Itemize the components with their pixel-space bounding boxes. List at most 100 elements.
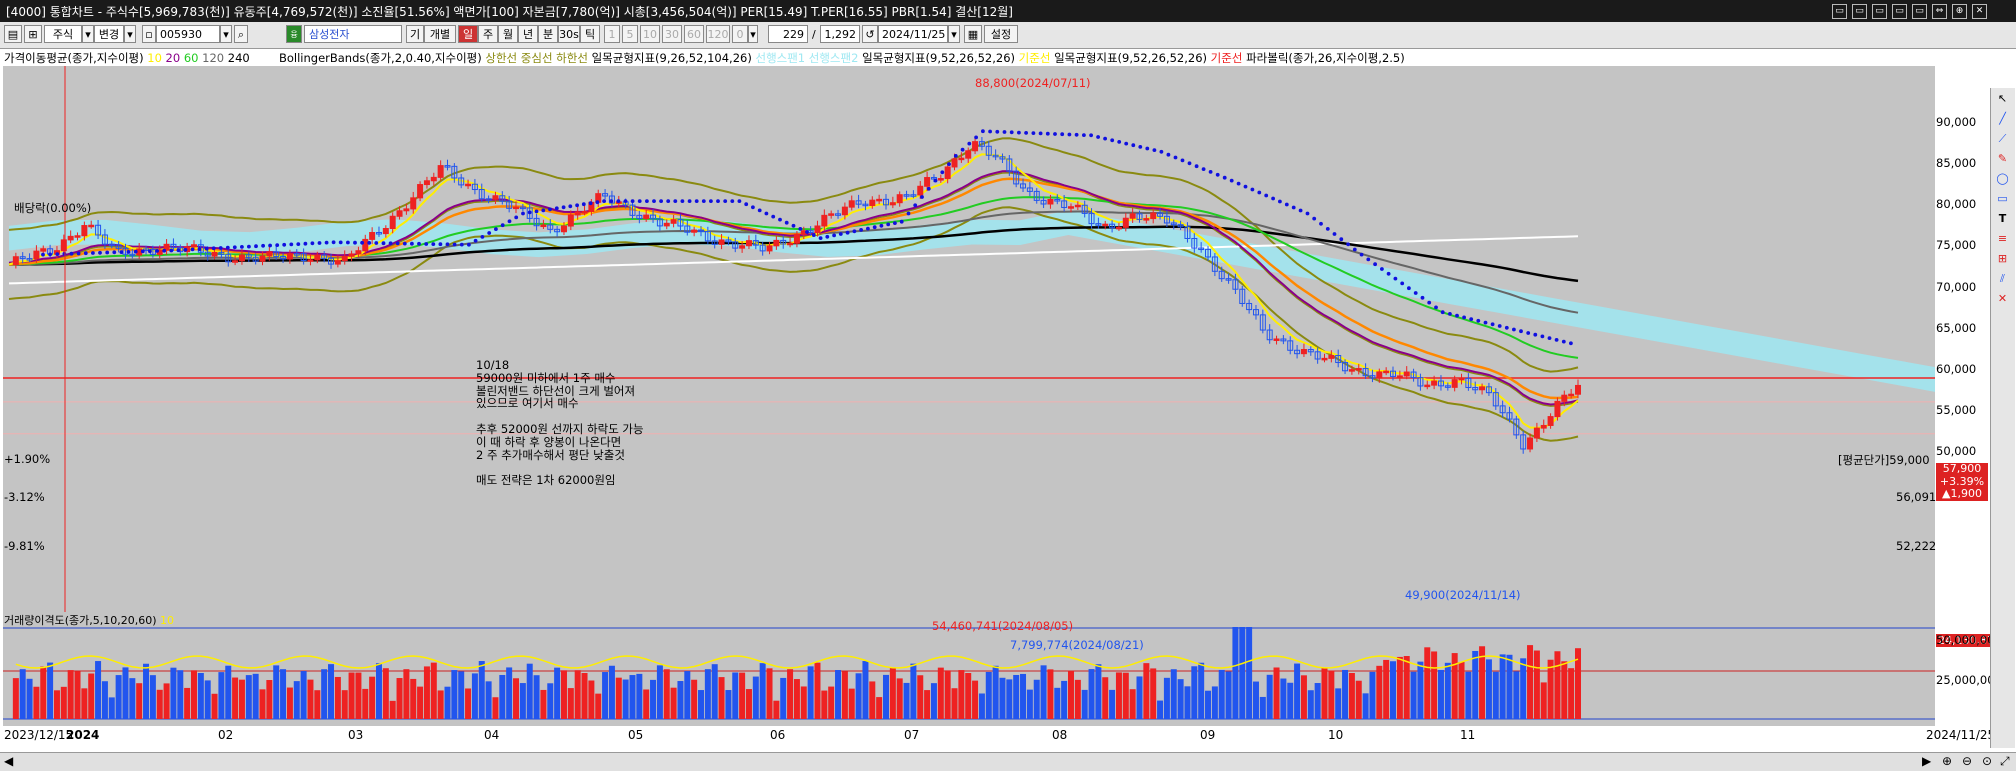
bb-legend[interactable]: BollingerBands(종가,2,0.40,지수이평) [279, 51, 482, 65]
search-icon[interactable]: ▫ [142, 25, 156, 43]
sar-dot [1138, 145, 1143, 149]
candle-body [567, 214, 574, 227]
sar-dot [431, 242, 436, 247]
interval-yearly[interactable]: 년 [518, 25, 538, 43]
zoom-out-icon[interactable]: ⊖ [1962, 754, 1972, 768]
volume-bar [1362, 693, 1369, 719]
sar-dot [1366, 257, 1371, 262]
stock-code-input[interactable]: 005930 [156, 25, 220, 43]
candle-body [581, 211, 588, 214]
ichimoku1-legend[interactable]: 일목균형지표(9,26,52,104,26) [592, 51, 752, 65]
candle-body [307, 259, 314, 262]
delete-icon[interactable]: ✕ [1996, 292, 2009, 305]
chevron-down-icon[interactable]: ▾ [948, 25, 960, 43]
sar-dot [723, 199, 728, 204]
trendline-icon[interactable]: ╱ [1996, 112, 2009, 125]
count-input[interactable]: 229 [768, 25, 808, 43]
volume-bar [1026, 689, 1033, 719]
rectangle-icon[interactable]: ▭ [1996, 192, 2009, 205]
pin-icon[interactable]: ▭ [1892, 4, 1907, 19]
zoom-in-icon[interactable]: ⊕ [1942, 754, 1952, 768]
pencil-icon[interactable]: ✎ [1996, 152, 2009, 165]
horizontal-scrollbar[interactable]: ◀ ▶ ⊕ ⊖ ⊙ ⤢ [0, 752, 2016, 771]
volume-bar [848, 688, 855, 719]
volume-bar [190, 670, 197, 719]
volume-bar [1342, 669, 1349, 719]
ray-icon[interactable]: ⟋ [1996, 132, 2009, 145]
volume-bar [855, 673, 862, 719]
interval-weekly[interactable]: 주 [478, 25, 498, 43]
minute-30[interactable]: 30 [662, 25, 682, 43]
volume-bar [1150, 668, 1157, 719]
channel-icon[interactable]: ⫽ [1996, 272, 2009, 285]
sar-dot [637, 199, 642, 204]
volume-bar [314, 690, 321, 719]
volume-bar [910, 663, 917, 719]
minute-120[interactable]: 120 [706, 25, 730, 43]
sar-dot [1497, 324, 1502, 328]
minute-60[interactable]: 60 [684, 25, 704, 43]
scroll-right-icon[interactable]: ▶ [1922, 754, 1931, 768]
search-icon[interactable]: ⌕ [234, 25, 248, 43]
expand-icon[interactable]: ⤢ [2000, 754, 2010, 769]
gann-icon[interactable]: ⊞ [1996, 252, 2009, 265]
ellipse-icon[interactable]: ◯ [1996, 172, 2009, 185]
interval-daily[interactable]: 일 [458, 25, 478, 43]
candle-body [33, 250, 40, 260]
ichimoku2-legend[interactable]: 일목균형지표(9,52,26,52,26) [862, 51, 1015, 65]
minute-10[interactable]: 10 [640, 25, 660, 43]
volume-bar [1335, 688, 1342, 719]
sar-dot [709, 199, 713, 204]
chevron-down-icon[interactable]: ▾ [124, 25, 136, 43]
minimize-icon[interactable]: ▭ [1912, 4, 1927, 19]
sar-dot [981, 129, 985, 134]
stock-name-field[interactable]: 삼성전자 [304, 25, 402, 43]
volume-bar [711, 664, 718, 719]
resize-icon[interactable]: ⇔ [1932, 4, 1947, 19]
change-select[interactable]: 변경 [94, 25, 124, 43]
candle-body [1431, 380, 1438, 386]
ma-legend[interactable]: 가격이동평균(종가,지수이평) [4, 51, 144, 65]
scroll-left-icon[interactable]: ◀ [4, 754, 13, 768]
candle-body [396, 210, 403, 217]
volume-peak2-label: 7,799,774(2024/08/21) [1010, 638, 1144, 652]
settings-button[interactable]: 설정 [984, 25, 1018, 43]
ma120-legend: 120 [202, 51, 225, 65]
link-icon[interactable]: ▭ [1872, 4, 1887, 19]
chevron-down-icon[interactable]: ▾ [220, 25, 232, 43]
candle-body [814, 225, 821, 234]
interval-monthly[interactable]: 월 [498, 25, 518, 43]
zoom-reset-icon[interactable]: ⊙ [1982, 754, 1992, 768]
menu-icon[interactable]: ▤ [4, 25, 22, 43]
interval-기[interactable]: 기 [406, 25, 424, 43]
minute-5[interactable]: 5 [622, 25, 638, 43]
interval-30s[interactable]: 30s [558, 25, 580, 43]
date-input[interactable]: 2024/11/25 [878, 25, 948, 43]
chevron-down-icon[interactable]: ▾ [82, 25, 94, 43]
memo-line: 10/18 [476, 358, 510, 372]
minute-custom[interactable]: 0 [732, 25, 748, 43]
price-chart[interactable] [3, 66, 1935, 612]
text-icon[interactable]: T [1996, 212, 2009, 225]
sar-legend[interactable]: 파라볼릭(종가,26,지수이평,2.5) [1246, 51, 1405, 65]
cursor-icon[interactable]: ↖ [1996, 92, 2009, 105]
volume-bar [1403, 656, 1410, 719]
market-select[interactable]: 주식 [44, 25, 82, 43]
chevron-down-icon[interactable]: ▾ [748, 25, 758, 43]
maximize-icon[interactable]: ⊕ [1952, 4, 1967, 19]
interval-개별[interactable]: 개별 [424, 25, 456, 43]
grid-icon[interactable]: ⊞ [24, 25, 42, 43]
volume-title[interactable]: 거래량이격도(종가,5,10,20,60) [4, 614, 157, 627]
interval-tick[interactable]: 틱 [580, 25, 600, 43]
close-icon[interactable]: ✕ [1972, 4, 1987, 19]
tile-icon[interactable]: ▭ [1832, 4, 1847, 19]
sar-dot [778, 217, 782, 222]
fibonacci-icon[interactable]: ≡ [1996, 232, 2009, 245]
reset-icon[interactable]: ↺ [862, 25, 878, 43]
interval-minute[interactable]: 분 [538, 25, 558, 43]
cascade-icon[interactable]: ▭ [1852, 4, 1867, 19]
sar-dot [445, 242, 450, 247]
ichimoku3-legend[interactable]: 일목균형지표(9,52,26,52,26) [1054, 51, 1207, 65]
minute-1[interactable]: 1 [604, 25, 620, 43]
calendar-icon[interactable]: ▦ [964, 25, 982, 43]
